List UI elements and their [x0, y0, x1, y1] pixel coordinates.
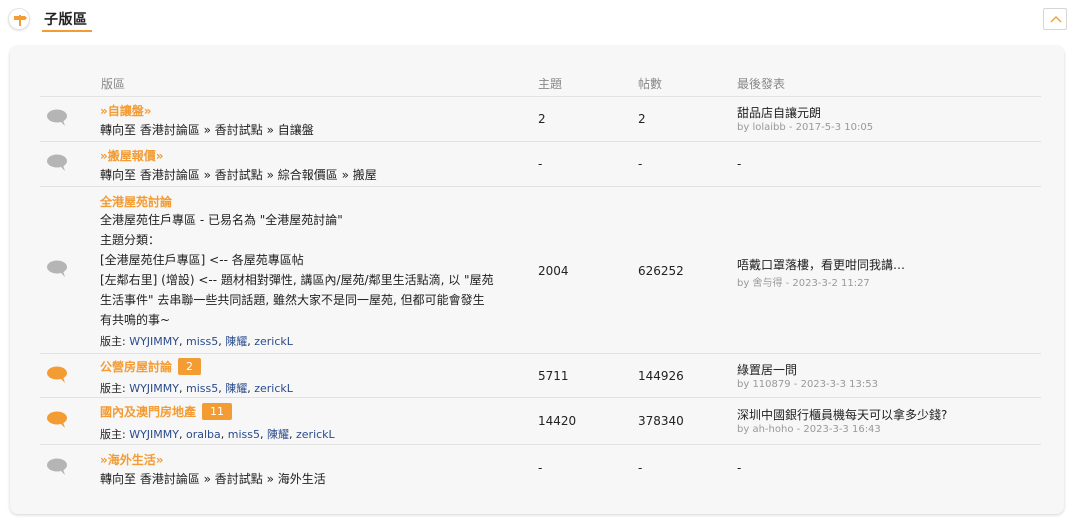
column-header-topics: 主題	[538, 77, 563, 91]
last-post-title: -	[737, 157, 742, 171]
topic-count: 14420	[538, 414, 577, 428]
last-post-title[interactable]: 綠置居一問	[737, 361, 797, 378]
post-count: -	[638, 461, 643, 475]
post-count: -	[638, 157, 643, 171]
moderator-link[interactable]: 陳耀	[267, 428, 289, 441]
speech-bubble-icon	[46, 410, 70, 430]
forum-description-line: 主題分類：	[100, 233, 161, 247]
moderator-label: 版主:	[100, 428, 130, 441]
column-header-posts: 帖數	[638, 77, 663, 91]
subforum-table: 版區 主題 帖數 最後發表 »自讓盤» 轉向至 香港討論區 » 香討試點 » 自…	[10, 46, 1064, 514]
forum-name[interactable]: 國內及澳門房地產	[100, 405, 196, 419]
last-post-title[interactable]: 唔戴口罩落樓，看更咁同我講…	[737, 256, 905, 273]
moderator-link[interactable]: 陳耀	[225, 335, 247, 348]
signpost-icon	[8, 8, 30, 30]
last-post-meta: by lolaibb - 2017-5-3 10:05	[737, 122, 874, 133]
moderator-link[interactable]: miss5	[186, 382, 218, 395]
speech-bubble-icon	[46, 153, 70, 173]
forum-description-line: 有共鳴的事~	[100, 313, 171, 327]
post-count: 2	[638, 112, 646, 126]
post-count: 378340	[638, 414, 684, 428]
moderator-list: 版主: WYJIMMY, miss5, 陳耀, zerickL	[100, 335, 293, 348]
chevron-up-icon	[1050, 16, 1062, 23]
collapse-button[interactable]	[1043, 8, 1067, 30]
forum-link[interactable]: 國內及澳門房地產 11	[100, 403, 233, 420]
moderator-link[interactable]: zerickL	[296, 428, 335, 441]
moderator-list: 版主: WYJIMMY, miss5, 陳耀, zerickL	[100, 382, 293, 395]
post-count: 626252	[638, 264, 684, 278]
moderator-list: 版主: WYJIMMY, oralba, miss5, 陳耀, zerickL	[100, 428, 335, 441]
forum-link[interactable]: »海外生活»	[100, 451, 164, 468]
redirect-path: 轉向至 香港討論區 » 香討試點 » 綜合報價區 » 搬屋	[100, 168, 377, 182]
speech-bubble-icon	[46, 365, 70, 385]
redirect-path: 轉向至 香港討論區 » 香討試點 » 海外生活	[100, 472, 326, 486]
forum-description-line: [全港屋苑住戶專區] <-- 各屋苑專區帖	[100, 253, 304, 267]
moderator-link[interactable]: miss5	[186, 335, 218, 348]
column-header-last-post: 最後發表	[737, 77, 786, 91]
topic-count: -	[538, 157, 543, 171]
topic-count: 2	[538, 112, 546, 126]
new-posts-badge: 11	[202, 403, 233, 420]
forum-description-line: [左鄰右里] (增設) <-- 題材相對彈性, 講區內/屋苑/鄰里生活點滴, 以…	[100, 273, 494, 287]
forum-description-line: 全港屋苑住戶專區 - 已易名為 "全港屋苑討論"	[100, 213, 343, 227]
new-posts-badge: 2	[178, 358, 202, 375]
post-count: 144926	[638, 369, 684, 383]
topic-count: -	[538, 461, 543, 475]
title-underline	[42, 30, 92, 32]
column-header-forum: 版區	[101, 77, 126, 91]
topic-count: 5711	[538, 369, 569, 383]
last-post-meta: by ah-hoho - 2023-3-3 16:43	[737, 424, 881, 435]
forum-row: 全港屋苑討論 全港屋苑住戶專區 - 已易名為 "全港屋苑討論" 主題分類： [全…	[40, 186, 1041, 353]
page-title: 子版區	[44, 12, 88, 28]
forum-link[interactable]: 全港屋苑討論	[100, 193, 172, 210]
forum-link[interactable]: 公營房屋討論 2	[100, 358, 202, 375]
moderator-label: 版主:	[100, 335, 130, 348]
speech-bubble-icon	[46, 108, 70, 128]
forum-name[interactable]: 公營房屋討論	[100, 360, 172, 374]
forum-row: »自讓盤» 轉向至 香港討論區 » 香討試點 » 自讓盤 2 2 甜品店自讓元朗…	[40, 96, 1041, 141]
moderator-link[interactable]: zerickL	[254, 335, 293, 348]
moderator-label: 版主:	[100, 382, 130, 395]
last-post-meta: by 110879 - 2023-3-3 13:53	[737, 379, 878, 390]
forum-row: »海外生活» 轉向至 香港討論區 » 香討試點 » 海外生活 - - -	[40, 444, 1041, 492]
forum-description-line: 生活事件" 去串聯一些共同話題, 雖然大家不是同一屋苑, 但都可能會發生	[100, 293, 485, 307]
redirect-path: 轉向至 香港討論區 » 香討試點 » 自讓盤	[100, 123, 314, 137]
moderator-link[interactable]: 陳耀	[225, 382, 247, 395]
moderator-link[interactable]: WYJIMMY	[129, 428, 179, 441]
last-post-title: -	[737, 461, 742, 475]
moderator-link[interactable]: WYJIMMY	[129, 382, 179, 395]
subforum-header: 子版區	[0, 0, 1080, 38]
forum-row: »搬屋報價» 轉向至 香港討論區 » 香討試點 » 綜合報價區 » 搬屋 - -…	[40, 141, 1041, 186]
moderator-link[interactable]: WYJIMMY	[129, 335, 179, 348]
moderator-link[interactable]: zerickL	[254, 382, 293, 395]
forum-link[interactable]: »搬屋報價»	[100, 147, 164, 164]
last-post-title[interactable]: 深圳中國銀行櫃員機每天可以拿多少錢?	[737, 406, 947, 423]
forum-link[interactable]: »自讓盤»	[100, 102, 152, 119]
forum-row: 公營房屋討論 2 版主: WYJIMMY, miss5, 陳耀, zerickL …	[40, 353, 1041, 397]
moderator-link[interactable]: oralba	[186, 428, 221, 441]
last-post-title[interactable]: 甜品店自讓元朗	[737, 104, 821, 121]
last-post-meta: by 舍与得 - 2023-3-2 11:27	[737, 278, 870, 289]
forum-row: 國內及澳門房地產 11 版主: WYJIMMY, oralba, miss5, 陳…	[40, 397, 1041, 444]
moderator-link[interactable]: miss5	[228, 428, 260, 441]
speech-bubble-icon	[46, 457, 70, 477]
speech-bubble-icon	[46, 259, 70, 279]
topic-count: 2004	[538, 264, 569, 278]
